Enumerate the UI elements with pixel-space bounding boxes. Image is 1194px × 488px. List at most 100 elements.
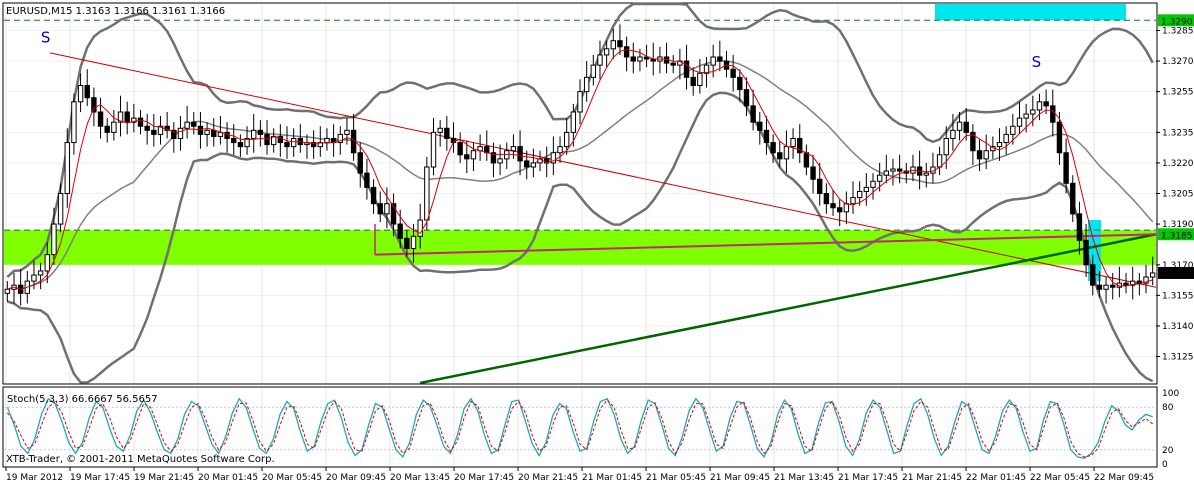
candle-body xyxy=(251,129,257,139)
candle-body xyxy=(670,62,676,66)
candle-body xyxy=(637,56,643,62)
candle-body xyxy=(284,142,290,148)
candle-body xyxy=(976,150,983,160)
candle-body xyxy=(730,68,736,78)
price-tick-label: 1.3220 xyxy=(1162,159,1194,169)
candle-body xyxy=(956,121,963,131)
candle-body xyxy=(630,56,636,62)
candle-body xyxy=(697,72,703,87)
candle-body xyxy=(1036,101,1043,111)
candle-body xyxy=(437,127,443,133)
candle-body xyxy=(1070,182,1076,215)
copyright-footer: XTB-Trader, © 2001-2011 MetaQuotes Softw… xyxy=(6,454,275,465)
candle-body xyxy=(464,154,470,160)
candle-body xyxy=(610,40,616,50)
candle-body xyxy=(324,137,330,144)
candle-body xyxy=(344,129,350,135)
candle-body xyxy=(524,160,530,168)
candle-body xyxy=(770,142,776,154)
candle-body xyxy=(743,89,750,107)
candle-body xyxy=(1123,282,1129,286)
candle-body xyxy=(1083,239,1089,266)
candle-body xyxy=(151,129,157,135)
candle-body xyxy=(876,174,883,182)
time-tick-label: 21 Mar 21:45 xyxy=(902,473,962,483)
candle-body xyxy=(717,56,723,62)
price-marker-label: 1.3185 xyxy=(1161,231,1193,241)
candle-body xyxy=(896,168,903,172)
candle-body xyxy=(963,121,969,133)
candle-body xyxy=(184,121,190,129)
stoch-name: Stoch(5,3,3) xyxy=(7,394,69,405)
candle-body xyxy=(763,129,770,144)
time-tick-label: 21 Mar 05:45 xyxy=(646,473,706,483)
candle-body xyxy=(430,131,437,168)
candle-body xyxy=(590,64,597,78)
candle-body xyxy=(597,54,603,66)
time-tick-label: 20 Mar 13:45 xyxy=(390,473,450,483)
time-tick-label: 20 Mar 09:45 xyxy=(326,473,386,483)
time-tick-label: 20 Mar 01:45 xyxy=(198,473,258,483)
candle-body xyxy=(231,137,237,144)
candle-body xyxy=(1056,121,1063,154)
price-tick-label: 1.3235 xyxy=(1162,128,1194,138)
candle-body xyxy=(124,111,130,123)
candle-body xyxy=(104,125,110,133)
candle-body xyxy=(623,46,630,58)
time-tick-label: 20 Mar 21:45 xyxy=(518,473,578,483)
candle-body xyxy=(783,146,790,160)
candle-body xyxy=(1043,101,1049,107)
chart-title: EURUSD,M15 1.3163 1.3166 1.3161 1.3166 xyxy=(6,6,225,17)
candle-body xyxy=(603,48,610,56)
candle-body xyxy=(377,203,383,215)
candle-body xyxy=(983,150,989,160)
candle-body xyxy=(211,129,217,137)
candle-body xyxy=(64,142,70,195)
candle-body xyxy=(1096,284,1103,290)
chart-window: S S 1.3285 1.3270 1.3255 1.3235 1.3220 1.3205 1… xyxy=(0,0,1194,484)
stoch-tick-label: 0 xyxy=(1162,460,1168,470)
candle-body xyxy=(370,186,377,205)
time-tick-label: 21 Mar 17:45 xyxy=(838,473,898,483)
candle-body xyxy=(1063,152,1069,184)
candle-body xyxy=(830,203,836,209)
stoch-tick-label: 20 xyxy=(1162,446,1174,456)
support-zone xyxy=(4,230,1156,265)
time-tick-label: 19 Mar 21:45 xyxy=(134,473,194,483)
candle-body xyxy=(810,166,816,180)
time-tick-label: 21 Mar 09:45 xyxy=(710,473,770,483)
candle-body xyxy=(1090,264,1096,286)
candle-body xyxy=(357,152,363,174)
candle-body xyxy=(737,76,743,91)
candle-body xyxy=(264,133,270,146)
candle-body xyxy=(4,288,11,294)
candle-body xyxy=(1023,113,1029,119)
price-tick-label: 1.3125 xyxy=(1162,353,1194,363)
candle-body xyxy=(936,154,943,168)
price-tick-label: 1.3140 xyxy=(1162,322,1194,332)
price-marker-label: 1.3166 xyxy=(1161,270,1193,280)
candle-body xyxy=(1030,109,1036,115)
candle-body xyxy=(790,137,796,148)
candle-body xyxy=(943,137,949,156)
candle-body xyxy=(31,274,37,282)
candle-body xyxy=(870,180,876,188)
candle-body xyxy=(570,111,577,133)
candle-body xyxy=(1050,105,1056,123)
target-box xyxy=(935,4,1126,21)
candle-body xyxy=(410,235,417,250)
time-tick-label: 19 Mar 2012 xyxy=(6,473,63,483)
candle-body xyxy=(237,142,244,148)
price-tick-label: 1.3285 xyxy=(1162,26,1194,36)
candle-body xyxy=(51,223,57,256)
candle-body xyxy=(583,76,590,93)
stoch-tick-label: 80 xyxy=(1162,403,1174,413)
candle-body xyxy=(803,152,810,168)
candle-body xyxy=(91,97,97,113)
chart-svg[interactable]: S S 1.3285 1.3270 1.3255 1.3235 1.3220 1.3205 1… xyxy=(0,0,1194,484)
candle-body xyxy=(77,85,84,103)
candle-body xyxy=(923,172,929,176)
candle-body xyxy=(191,121,197,127)
candle-body xyxy=(290,137,297,148)
candle-body xyxy=(1076,213,1083,241)
